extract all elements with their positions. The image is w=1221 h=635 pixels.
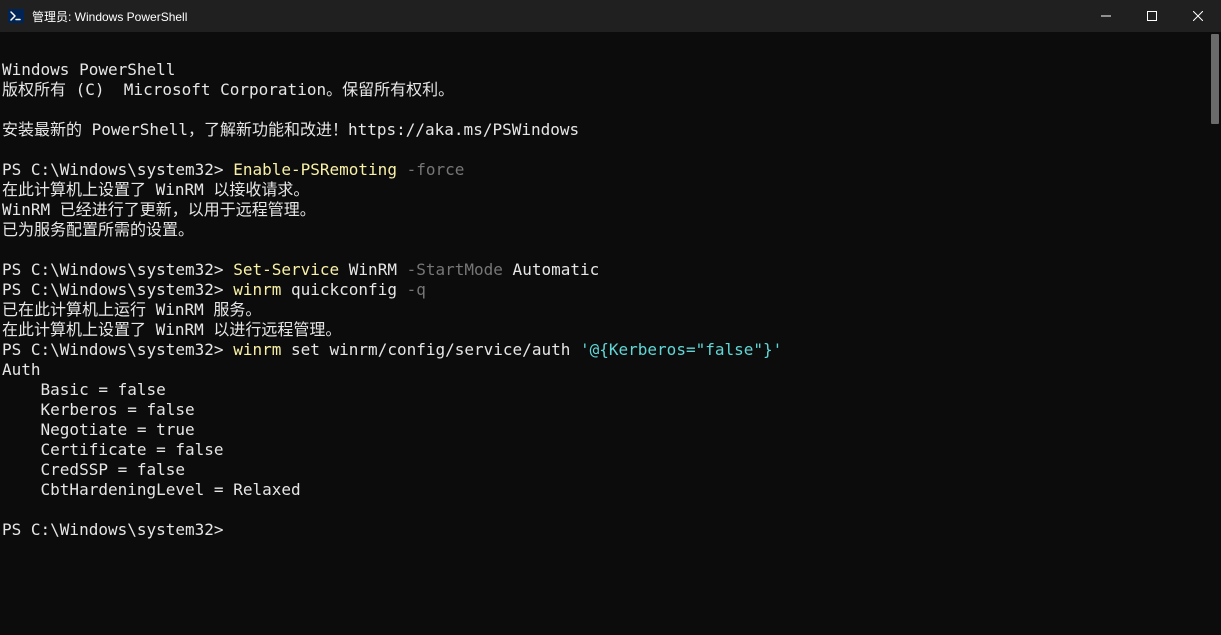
maximize-button[interactable] — [1129, 0, 1175, 32]
cmdlet-name: Set-Service — [233, 260, 339, 279]
output-line: 在此计算机上设置了 WinRM 以接收请求。 — [2, 180, 309, 199]
cmd-arg: Automatic — [503, 260, 599, 279]
cmd-string: '@{Kerberos="false"}' — [580, 340, 782, 359]
prompt: PS C:\Windows\system32> — [2, 340, 233, 359]
prompt: PS C:\Windows\system32> — [2, 280, 233, 299]
title-left: 管理员: Windows PowerShell — [0, 0, 1083, 32]
output-line: Negotiate = true — [2, 420, 195, 439]
output-line: WinRM 已经进行了更新，以用于远程管理。 — [2, 200, 316, 219]
minimize-icon — [1101, 11, 1111, 21]
output-line: Kerberos = false — [2, 400, 195, 419]
window-controls — [1083, 0, 1221, 32]
close-icon — [1193, 11, 1203, 21]
powershell-icon — [8, 8, 24, 24]
cmdlet-name: winrm — [233, 340, 281, 359]
cmd-param: -q — [407, 280, 426, 299]
output-line: 安装最新的 PowerShell，了解新功能和改进！https://aka.ms… — [2, 120, 579, 139]
minimize-button[interactable] — [1083, 0, 1129, 32]
output-line: 在此计算机上设置了 WinRM 以进行远程管理。 — [2, 320, 341, 339]
terminal-area[interactable]: Windows PowerShell 版权所有 (C) Microsoft Co… — [0, 32, 1221, 635]
cmd-param: -StartMode — [407, 260, 503, 279]
output-line: 已在此计算机上运行 WinRM 服务。 — [2, 300, 261, 319]
cmd-arg: WinRM — [339, 260, 406, 279]
cmdlet-name: winrm — [233, 280, 281, 299]
cmd-arg: quickconfig — [281, 280, 406, 299]
prompt: PS C:\Windows\system32> — [2, 260, 233, 279]
cmd-param: -force — [397, 160, 464, 179]
output-line: 已为服务配置所需的设置。 — [2, 220, 194, 239]
window-title: 管理员: Windows PowerShell — [32, 8, 187, 25]
output-line: Certificate = false — [2, 440, 224, 459]
output-line: Windows PowerShell — [2, 60, 175, 79]
cmd-arg: set winrm/config/service/auth — [281, 340, 580, 359]
output-line: CredSSP = false — [2, 460, 185, 479]
prompt: PS C:\Windows\system32> — [2, 520, 224, 539]
output-line: Auth — [2, 360, 41, 379]
output-line: CbtHardeningLevel = Relaxed — [2, 480, 301, 499]
maximize-icon — [1147, 11, 1157, 21]
terminal-content: Windows PowerShell 版权所有 (C) Microsoft Co… — [2, 40, 1219, 540]
output-line: 版权所有 (C) Microsoft Corporation。保留所有权利。 — [2, 80, 454, 99]
prompt: PS C:\Windows\system32> — [2, 160, 233, 179]
scrollbar-thumb[interactable] — [1211, 34, 1219, 124]
close-button[interactable] — [1175, 0, 1221, 32]
cmdlet-name: Enable-PSRemoting — [233, 160, 397, 179]
window-titlebar[interactable]: 管理员: Windows PowerShell — [0, 0, 1221, 32]
output-line: Basic = false — [2, 380, 166, 399]
